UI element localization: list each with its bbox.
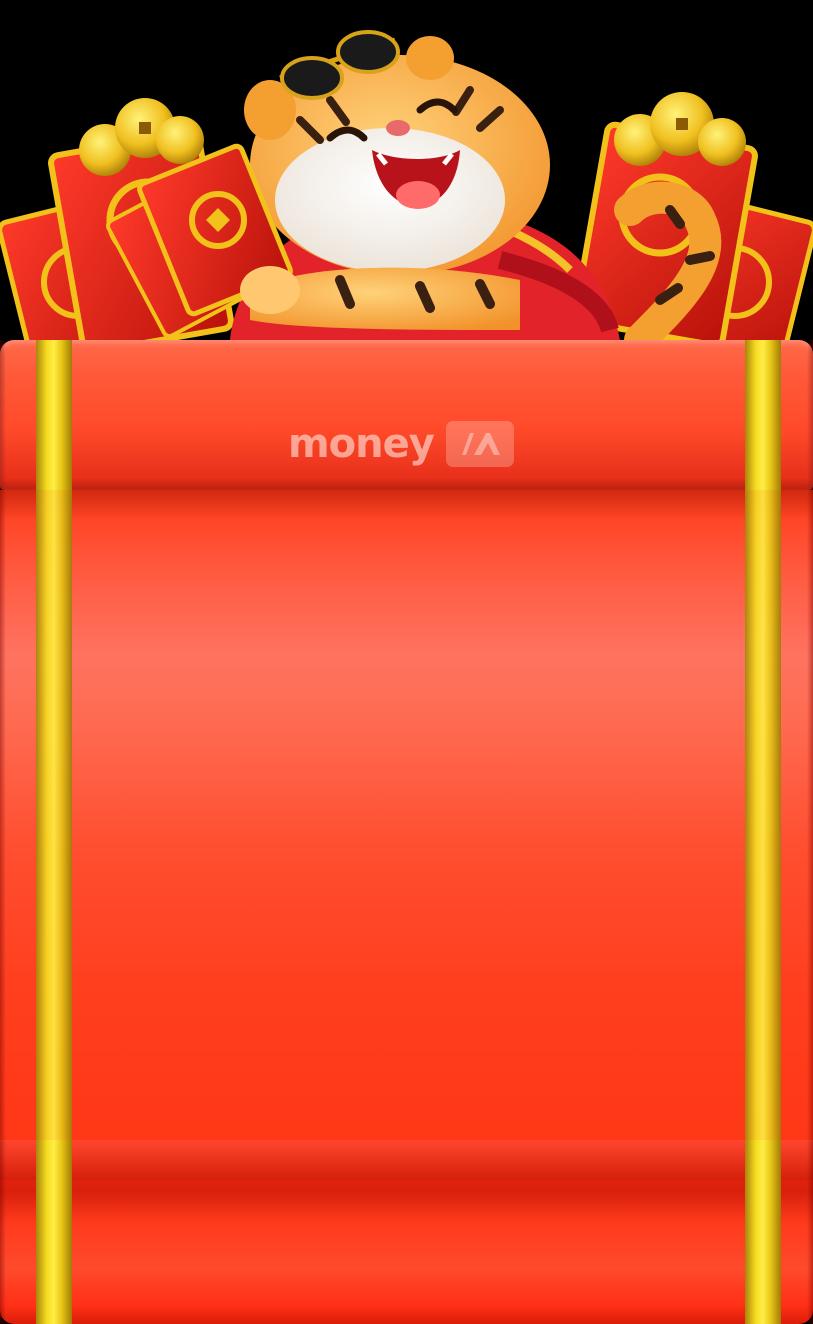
- scroll-edge-right: [807, 340, 813, 1324]
- scroll-bottom-roll: [0, 1140, 813, 1324]
- game-panel: money: [0, 0, 813, 1324]
- scroll-body: [0, 490, 813, 1180]
- logo-badge-icon: [445, 421, 514, 467]
- gold-band-left-middle: [36, 490, 72, 1140]
- scroll-edge-left: [0, 340, 6, 1324]
- gold-band-right-middle: [745, 490, 781, 1140]
- money-ia-logo: money: [288, 418, 514, 470]
- gold-band-left-top: [36, 340, 72, 490]
- gold-band-left-bottom: [36, 1140, 72, 1324]
- gold-coin-icon-right: [614, 92, 746, 166]
- gold-band-right-bottom: [745, 1140, 781, 1324]
- red-scroll-banner: [0, 340, 813, 1324]
- logo-wordmark: money: [288, 421, 435, 467]
- gold-band-right-top: [745, 340, 781, 490]
- tiger-mascot-illustration: [0, 30, 813, 360]
